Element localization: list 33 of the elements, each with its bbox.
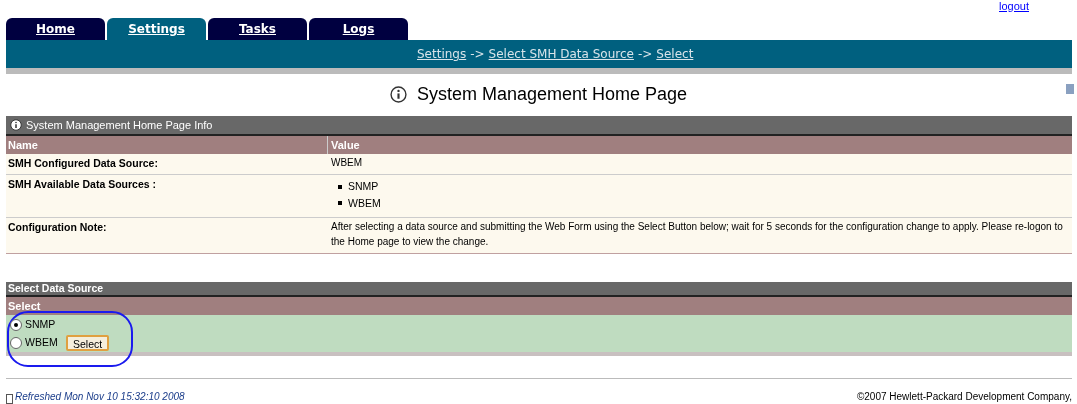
table-cell-text: WBEM (330, 156, 364, 170)
column-header: Value (330, 137, 361, 153)
table-cell-text: Configuration Note: (7, 220, 108, 236)
nav-tab[interactable]: Tasks (208, 18, 307, 40)
bullet-icon (338, 184, 342, 189)
table-cell-text: SMH Configured Data Source: (7, 156, 159, 171)
nav-tab[interactable]: Home (6, 18, 105, 40)
table-cell-text: After selecting a data source and submitting the Web Form using the Select Button below; wait for 5 seconds for the configuration change to apply. Please re-logon to the Home page to view the change. (330, 220, 1064, 250)
nav-tab[interactable]: Logs (309, 18, 408, 40)
breadcrumb-separator: -> (470, 46, 485, 63)
list-item: WBEM (348, 195, 381, 211)
list-item: SNMP (348, 178, 379, 194)
radio-button[interactable] (10, 336, 22, 349)
radio-label: WBEM (25, 334, 59, 350)
page-title: System Management Home Page (416, 82, 688, 106)
refreshed-text: Refreshed Mon Nov 10 15:32:10 2008 (15, 390, 185, 404)
breadcrumb-link[interactable]: Select SMH Data Source (488, 45, 634, 63)
radio-label: SNMP (25, 316, 57, 332)
info-icon (389, 85, 407, 103)
info-icon (10, 119, 22, 131)
copyright-text: ©2007 Hewlett-Packard Development Company, (856, 390, 1072, 404)
logout-link[interactable]: logout (999, 0, 1029, 12)
breadcrumb-link[interactable]: Settings (417, 45, 467, 63)
panel-title: System Management Home Page Info (26, 117, 213, 133)
panel-title: Select Data Source (8, 280, 104, 296)
bullet-icon (338, 201, 342, 206)
radio-button[interactable] (10, 318, 22, 331)
table-cell-text: SMH Available Data Sources : (7, 176, 158, 192)
breadcrumb-separator: -> (637, 46, 653, 63)
column-header: Select (8, 299, 41, 314)
breadcrumb-link[interactable]: Select (656, 45, 694, 63)
nav-tab[interactable]: Settings (107, 18, 206, 40)
select-button[interactable]: Select (66, 334, 110, 351)
